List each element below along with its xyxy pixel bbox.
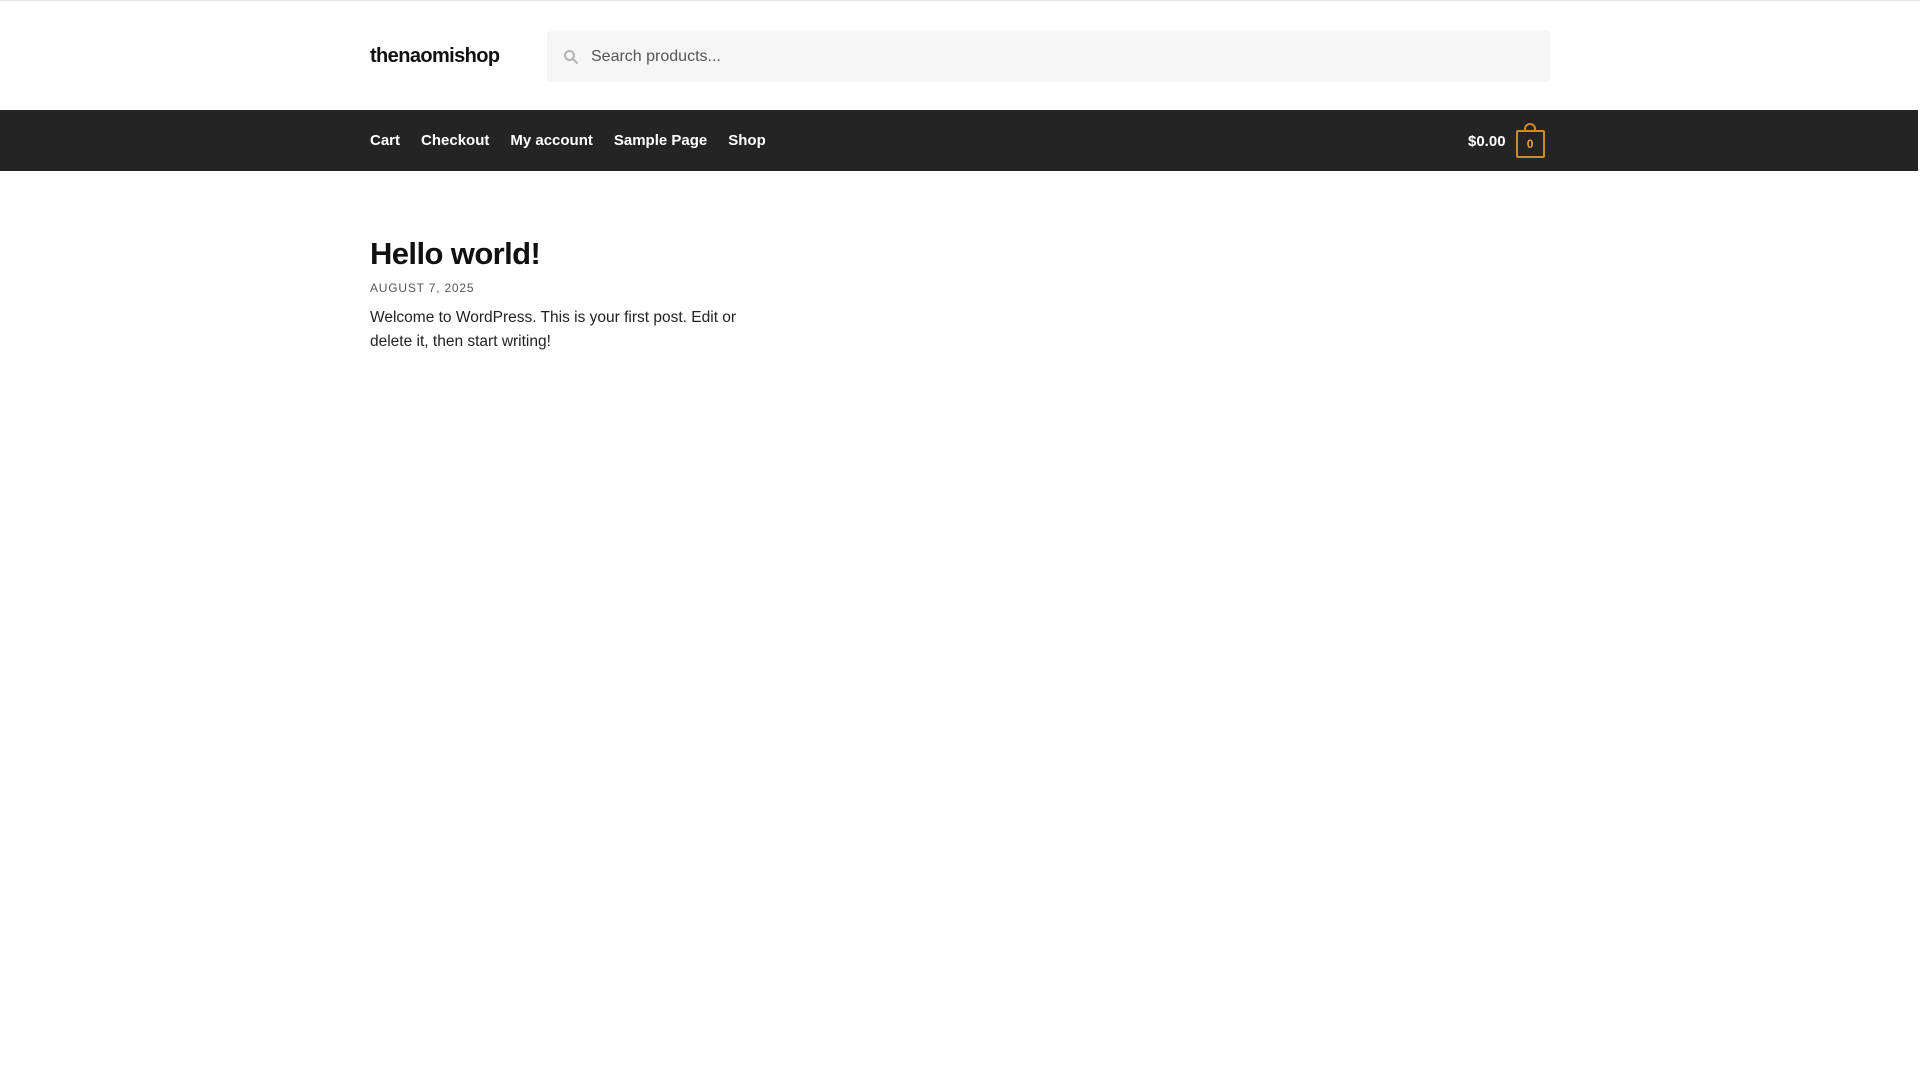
post-date: AUGUST 7, 2025 [370,280,790,296]
search-input[interactable] [591,31,1531,82]
nav-item-my-account[interactable]: My account [510,131,593,151]
nav-item-sample-page[interactable]: Sample Page [614,131,707,151]
product-search-form [547,31,1550,82]
post-date-link[interactable]: AUGUST 7, 2025 [370,281,474,295]
nav-item-cart[interactable]: Cart [370,131,400,151]
post-excerpt: Welcome to WordPress. This is your first… [370,309,737,350]
nav-item-checkout[interactable]: Checkout [421,131,489,151]
cart-item-count: 0 [1515,130,1545,158]
nav-item-shop[interactable]: Shop [728,131,766,151]
header-cart-link[interactable]: $0.00 0 [1468,123,1545,158]
post-title: Hello world! [370,232,790,276]
search-icon [564,50,578,64]
nav-menu: Cart Checkout My account Sample Page Sho… [370,110,766,171]
primary-navigation: Cart Checkout My account Sample Page Sho… [0,110,1920,171]
site-title-link[interactable]: thenaomishop [370,43,500,69]
site-header: thenaomishop [0,1,1920,110]
post-title-link[interactable]: Hello world! [370,236,541,271]
cart-total: $0.00 [1468,132,1506,150]
post-entry: Hello world! AUGUST 7, 2025 Welcome to W… [370,232,790,370]
cart-bag-icon: 0 [1515,123,1545,158]
